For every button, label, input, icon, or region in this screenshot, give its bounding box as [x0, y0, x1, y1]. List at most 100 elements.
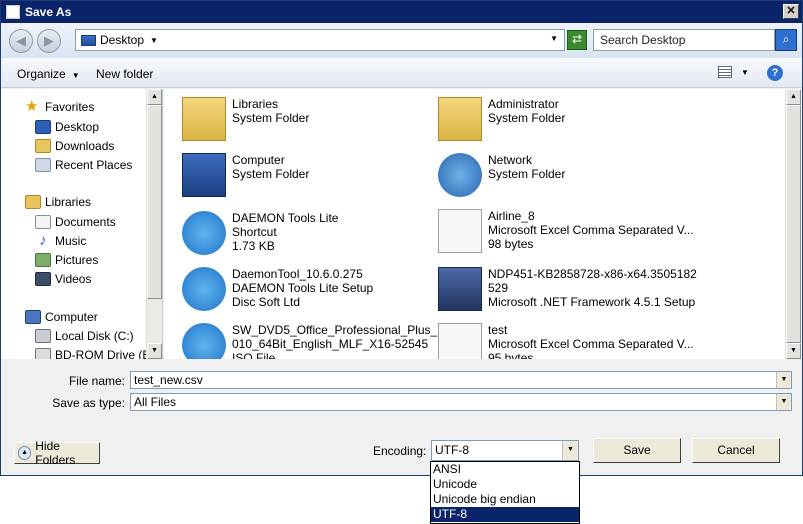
file-name: Libraries — [232, 97, 279, 111]
desktop-icon — [81, 34, 96, 46]
search-input[interactable]: Search Desktop — [593, 29, 775, 51]
window-title: Save As — [25, 5, 72, 19]
file-size: 98 bytes — [488, 237, 534, 251]
breadcrumb-arrow-icon[interactable]: ▼ — [150, 36, 158, 45]
file-item-office-iso[interactable]: SW_DVD5_Office_Professional_Plus_2 010_64… — [182, 323, 444, 359]
daemon-tools-icon — [182, 211, 226, 255]
user-folder-icon — [438, 97, 482, 141]
file-list-scrollbar[interactable]: ▲ ▼ — [785, 89, 801, 359]
back-button[interactable]: ◀ — [9, 29, 33, 53]
network-icon — [438, 153, 482, 197]
nav-recent-places[interactable]: Recent Places — [35, 158, 132, 172]
file-name-label: File name: — [68, 374, 125, 388]
nav-videos[interactable]: Videos — [35, 272, 91, 286]
desktop-icon — [35, 120, 51, 134]
computer-icon — [25, 310, 41, 324]
refresh-button[interactable]: ⇄ — [567, 30, 587, 50]
new-folder-button[interactable]: New folder — [96, 67, 153, 81]
help-icon[interactable]: ? — [767, 65, 783, 81]
save-button[interactable]: Save — [593, 438, 681, 463]
nav-scrollbar[interactable]: ▲ ▼ — [146, 89, 162, 359]
encoding-select[interactable]: UTF-8 ▼ — [431, 440, 579, 461]
view-options-dropdown-icon[interactable]: ▼ — [741, 68, 749, 77]
file-item-administrator[interactable]: Administrator System Folder — [438, 97, 565, 141]
nav-music[interactable]: ♪ Music — [35, 233, 87, 248]
file-name-cont: 010_64Bit_English_MLF_X16-52545 — [232, 337, 429, 351]
save-type-select[interactable]: All Files ▼ — [130, 393, 792, 411]
encoding-label: Encoding: — [373, 444, 427, 458]
scroll-down-arrow-icon[interactable]: ▼ — [786, 343, 801, 359]
file-item-daemon-setup[interactable]: DaemonTool_10.6.0.275 DAEMON Tools Lite S… — [182, 267, 373, 311]
nav-documents[interactable]: Documents — [35, 215, 116, 229]
nav-bd-rom[interactable]: BD-ROM Drive (E:) — [35, 348, 158, 359]
nav-downloads-label: Downloads — [55, 139, 115, 153]
file-item-computer[interactable]: Computer System Folder — [182, 153, 309, 197]
nav-computer[interactable]: Computer — [25, 310, 98, 324]
forward-button[interactable]: ▶ — [37, 29, 61, 53]
nav-downloads[interactable]: Downloads — [35, 139, 114, 153]
encoding-option-unicode[interactable]: Unicode — [431, 477, 579, 492]
nav-scroll-thumb[interactable] — [147, 105, 162, 299]
address-dropdown-icon[interactable]: ▼ — [550, 34, 558, 43]
change-view-icon[interactable] — [718, 66, 732, 78]
nav-favorites[interactable]: ★ Favorites — [25, 99, 95, 114]
nav-documents-label: Documents — [55, 215, 116, 229]
organize-button[interactable]: Organize ▼ — [17, 67, 80, 81]
encoding-option-unicode-big-endian[interactable]: Unicode big endian — [431, 492, 579, 507]
scroll-down-arrow-icon[interactable]: ▼ — [147, 343, 162, 359]
file-type: DAEMON Tools Lite Setup — [232, 281, 374, 295]
nav-pictures[interactable]: Pictures — [35, 253, 98, 267]
file-type: Microsoft Excel Comma Separated V... — [488, 223, 694, 237]
hide-folders-label: Hide Folders — [35, 439, 76, 467]
file-name: DAEMON Tools Lite — [232, 211, 339, 225]
encoding-option-utf8[interactable]: UTF-8 — [431, 507, 579, 522]
file-type: Shortcut — [232, 225, 277, 239]
nav-local-disk-label: Local Disk (C:) — [55, 329, 134, 343]
file-item-test[interactable]: test Microsoft Excel Comma Separated V...… — [438, 323, 694, 359]
cancel-button[interactable]: Cancel — [692, 438, 780, 463]
file-type: ISO File — [232, 351, 276, 359]
installer-icon — [438, 267, 482, 311]
scroll-up-arrow-icon[interactable]: ▲ — [786, 89, 801, 105]
chevron-down-icon[interactable]: ▼ — [776, 372, 791, 388]
chevron-down-icon[interactable]: ▼ — [562, 441, 578, 460]
file-item-ndp451[interactable]: NDP451-KB2858728-x86-x64.3505182 529 Micro… — [438, 267, 697, 311]
chevron-down-icon: ▼ — [71, 71, 80, 80]
nav-music-label: Music — [55, 234, 87, 248]
libraries-icon — [25, 195, 41, 209]
file-name: NDP451-KB2858728-x86-x64.3505182 — [488, 267, 697, 281]
nav-libraries-label: Libraries — [45, 195, 92, 209]
nav-desktop[interactable]: Desktop — [35, 120, 99, 134]
search-icon[interactable]: ⌕ — [775, 29, 797, 51]
file-type: System Folder — [232, 167, 310, 181]
nav-libraries[interactable]: Libraries — [25, 195, 91, 209]
file-item-airline-8[interactable]: Airline_8 Microsoft Excel Comma Separated… — [438, 209, 694, 253]
hide-folders-button[interactable]: ▲ Hide Folders — [14, 439, 100, 467]
navigation-pane[interactable]: ★ Favorites Desktop Downloads Recent Pla… — [1, 89, 163, 359]
encoding-dropdown-list[interactable]: ANSI Unicode Unicode big endian UTF-8 — [430, 461, 580, 524]
file-type: System Folder — [488, 111, 566, 125]
file-name-cont: 529 — [488, 281, 509, 295]
file-item-network[interactable]: Network System Folder — [438, 153, 565, 197]
downloads-folder-icon — [35, 139, 51, 153]
file-publisher: Disc Soft Ltd — [232, 295, 301, 309]
nav-favorites-label: Favorites — [45, 100, 95, 114]
file-list[interactable]: Libraries System Folder Administrator Syst… — [164, 89, 802, 359]
file-item-daemon-shortcut[interactable]: DAEMON Tools Lite Shortcut 1.73 KB — [182, 211, 338, 255]
file-item-libraries[interactable]: Libraries System Folder — [182, 97, 309, 141]
file-size: 95 bytes — [488, 351, 534, 359]
scroll-up-arrow-icon[interactable]: ▲ — [147, 89, 162, 105]
file-type: Microsoft Excel Comma Separated V... — [488, 337, 694, 351]
command-bar: Organize ▼ New folder ▼ ? — [1, 58, 802, 88]
chevron-down-icon[interactable]: ▼ — [776, 394, 791, 410]
nav-local-disk[interactable]: Local Disk (C:) — [35, 329, 134, 343]
file-list-scroll-thumb[interactable] — [786, 105, 801, 343]
close-button[interactable]: ✕ — [783, 4, 799, 19]
excel-csv-icon — [438, 209, 482, 253]
computer-icon — [182, 153, 226, 197]
address-bar[interactable]: Desktop ▼ ▼ — [75, 29, 565, 51]
recent-places-icon — [35, 158, 51, 172]
file-size: 1.73 KB — [232, 239, 275, 253]
encoding-option-ansi[interactable]: ANSI — [431, 462, 579, 477]
file-name-field[interactable]: test_new.csv ▼ — [130, 371, 792, 389]
